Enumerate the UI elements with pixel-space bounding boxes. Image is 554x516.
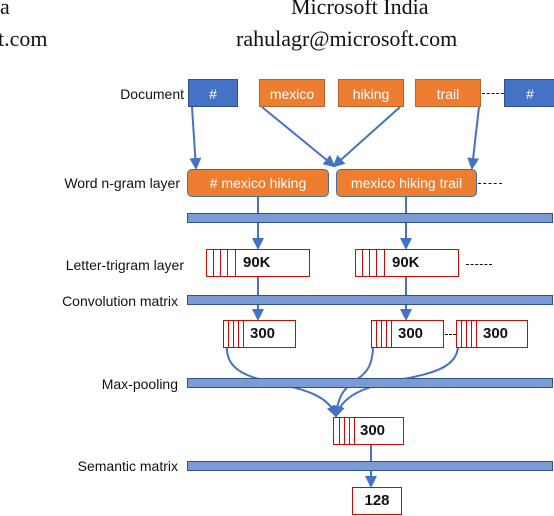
arrow-hash-to-ngram1 <box>189 106 202 170</box>
trigram-vector: 90K <box>206 249 310 277</box>
max-pooling-bar <box>187 378 553 388</box>
layer-label-semantic: Semantic matrix <box>77 458 178 474</box>
semantic-vector: 128 <box>352 487 402 515</box>
ellipsis-dashes <box>466 264 492 265</box>
vector-dimension: 300 <box>250 325 276 342</box>
layer-label-letter-trigram: Letter-trigram layer <box>65 257 184 273</box>
convolution-matrix-bar <box>187 295 553 305</box>
token-word: mexico <box>259 79 325 107</box>
layer-label-document: Document <box>120 86 184 102</box>
trigram-vector: 90K <box>355 249 459 277</box>
vector-dimension: 90K <box>243 254 271 271</box>
vector-dimension: 300 <box>360 422 386 439</box>
pooled-vector: 300 <box>333 417 404 445</box>
layer-label-max-pooling: Max-pooling <box>101 376 178 392</box>
vector-dimension: 300 <box>483 325 509 342</box>
ellipsis-dashes <box>478 183 502 184</box>
arrow-hiking-to-ngram <box>332 106 401 168</box>
ngram-box: # mexico hiking <box>187 169 329 197</box>
vector-dimension: 90K <box>392 254 420 271</box>
conv-vector: 300 <box>456 320 528 348</box>
ngram-box: mexico hiking trail <box>336 169 477 197</box>
semantic-matrix-bar <box>187 461 553 471</box>
vector-dimension: 128 <box>364 492 390 509</box>
conv-vector: 300 <box>371 320 444 348</box>
ellipsis-dashes <box>482 93 504 94</box>
ellipsis-dashes <box>445 334 456 335</box>
vector-dimension: 300 <box>398 325 424 342</box>
layer-label-word-ngram: Word n-gram layer <box>64 175 180 191</box>
word-hashing-matrix-bar <box>187 213 553 223</box>
arrow-trail-to-ngram2 <box>467 106 480 170</box>
arrow-mexico-to-ngram <box>261 106 336 168</box>
conv-vector: 300 <box>223 320 296 348</box>
token-boundary-start: # <box>188 79 238 107</box>
token-word: hiking <box>338 79 404 107</box>
token-boundary-end: # <box>504 79 554 107</box>
layer-label-convolution: Convolution matrix <box>62 293 178 309</box>
token-word: trail <box>415 79 481 107</box>
